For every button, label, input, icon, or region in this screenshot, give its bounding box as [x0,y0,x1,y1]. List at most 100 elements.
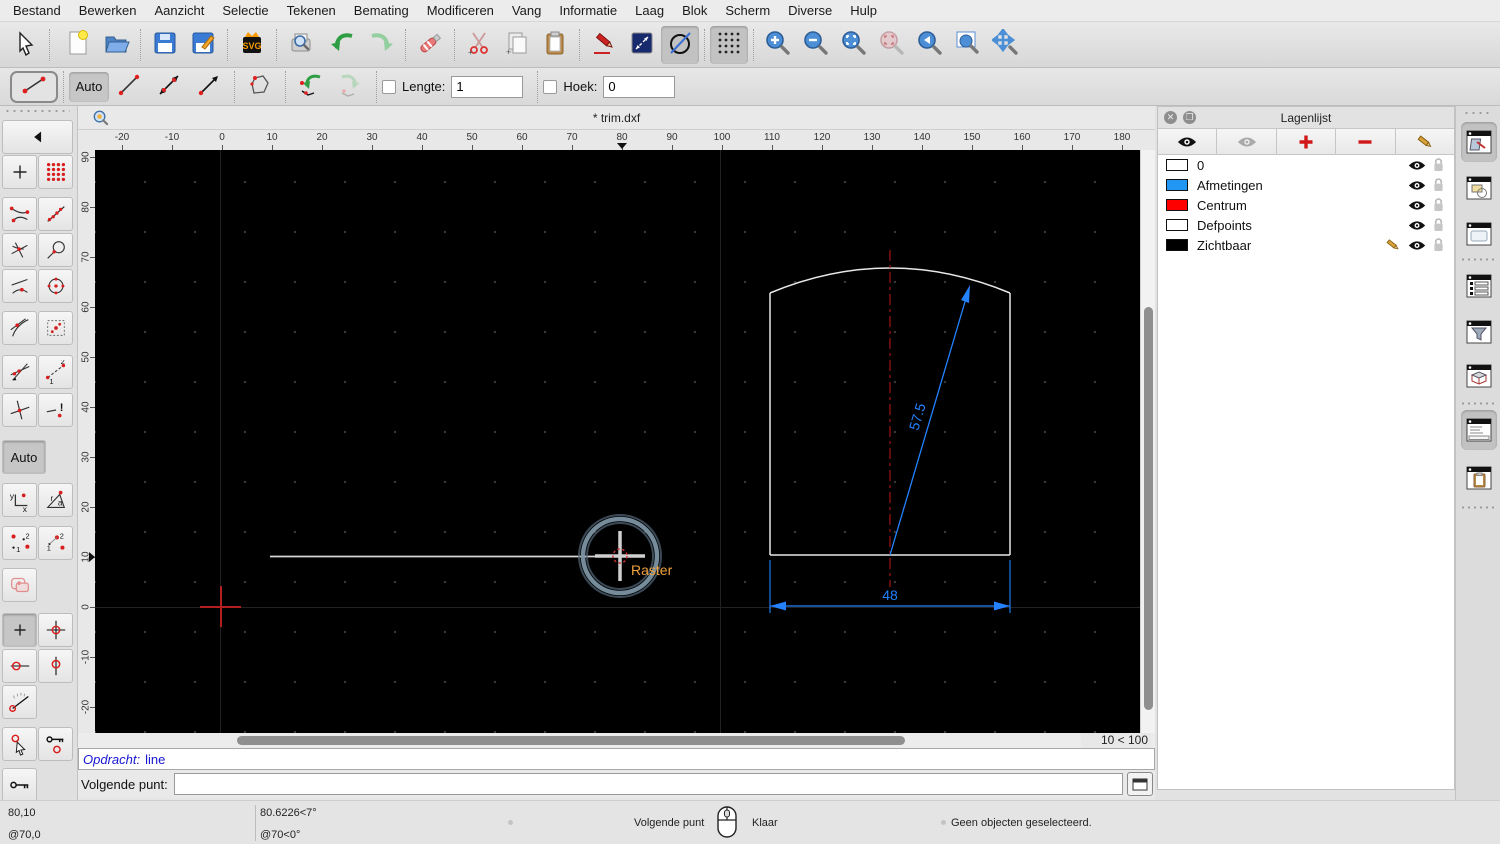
open-file-button[interactable] [97,26,135,64]
line-two-points-button[interactable] [109,71,149,103]
edit-layer-button[interactable] [1395,129,1455,154]
menu-selectie[interactable]: Selectie [213,3,277,18]
command-dock-button[interactable] [1127,772,1153,796]
layer-visible-icon[interactable] [1408,239,1426,252]
menu-aanzicht[interactable]: Aanzicht [146,3,214,18]
snap-nearest-button[interactable] [2,269,37,303]
command-input[interactable] [173,773,1123,795]
snap-restriction-off-button[interactable] [2,568,37,602]
snap-target-button[interactable] [38,613,73,647]
property-list-dock-button[interactable] [1461,266,1497,306]
snap-grid-button[interactable] [38,155,73,189]
save-as-button[interactable] [184,26,222,64]
hoek-checkbox[interactable] [543,79,558,94]
layer-lock-icon[interactable] [1433,198,1444,212]
menu-hulp[interactable]: Hulp [841,3,886,18]
snap-back-button[interactable] [2,120,73,154]
menu-blok[interactable]: Blok [673,3,716,18]
preview-dock-button[interactable] [1461,214,1497,254]
layer-list-dock-button[interactable] [1461,122,1497,162]
snap-center-button[interactable] [38,269,73,303]
layer-visible-icon[interactable] [1408,199,1426,212]
menu-laag[interactable]: Laag [626,3,673,18]
lock-relative-zero-button[interactable] [2,727,37,761]
restrict-vertical-button[interactable] [38,649,73,683]
lengte-input[interactable] [451,75,524,98]
coordinate-xy-button[interactable]: yx [2,483,37,517]
zoom-out-button[interactable] [797,26,835,64]
svg-export-button[interactable]: SVG [233,26,271,64]
drawing-canvas[interactable]: 57.5 48 Raster [95,150,1140,733]
menu-vang[interactable]: Vang [503,3,550,18]
h-scrollbar[interactable] [95,733,1085,748]
coordinate-polar-button[interactable]: ra [38,483,73,517]
relative-point-button[interactable]: 12 [2,526,37,560]
layer-lock-icon[interactable] [1433,238,1444,252]
snap-middle-button[interactable] [38,311,73,345]
remove-layer-button[interactable] [1336,129,1396,154]
menu-bemating[interactable]: Bemating [345,3,418,18]
zoom-previous-button[interactable] [911,26,949,64]
pointer-button[interactable] [6,26,44,64]
layer-lock-icon[interactable] [1433,178,1444,192]
layer-row-centrum[interactable]: Centrum [1158,195,1454,215]
filter-dock-button[interactable] [1461,312,1497,352]
layer-row-afmetingen[interactable]: Afmetingen [1158,175,1454,195]
snap-angle-button[interactable] [2,685,37,719]
layer-visible-icon[interactable] [1408,159,1426,172]
command-widget-dock-button[interactable] [1461,410,1497,450]
v-scrollbar[interactable] [1140,150,1155,733]
snap-endpoint-button[interactable] [2,197,37,231]
layer-lock-icon[interactable] [1433,158,1444,172]
snap-entity-circle-button[interactable] [38,233,73,267]
polyline-button[interactable] [240,71,280,103]
show-all-layers-button[interactable] [1158,129,1218,154]
snap-intersection-manual-button[interactable] [2,355,37,389]
circle-line-button[interactable] [661,25,699,64]
menu-modificeren[interactable]: Modificeren [418,3,503,18]
zoom-window-button[interactable] [949,26,987,64]
undo-segment-button[interactable] [291,71,331,103]
line-ray-button[interactable] [189,71,229,103]
snap-free-button[interactable] [2,155,37,189]
pan-button[interactable] [987,26,1025,64]
layer-row-0[interactable]: 0 [1158,155,1454,175]
line-both-directions-button[interactable] [149,71,189,103]
redo-button[interactable] [362,26,400,64]
zoom-selection-button[interactable] [873,26,911,64]
zoom-in-button[interactable] [759,26,797,64]
toolbar-handle[interactable] [4,109,70,113]
line-tool-button[interactable] [10,70,58,103]
restrict-orthogonal-button[interactable] [2,393,37,427]
grid-toggle-button[interactable] [710,25,748,64]
layer-lock-icon[interactable] [1433,218,1444,232]
block-list-dock-button[interactable] [1461,168,1497,208]
set-relative-zero-button[interactable] [38,727,73,761]
layer-visible-icon[interactable] [1408,179,1426,192]
print-preview-button[interactable] [282,26,320,64]
v-scrollbar-thumb[interactable] [1143,307,1153,710]
menu-scherm[interactable]: Scherm [716,3,779,18]
snap-distance-button[interactable]: 12 [38,355,73,389]
add-layer-button[interactable] [1276,129,1337,154]
zoom-auto-button[interactable] [835,26,873,64]
menu-tekenen[interactable]: Tekenen [278,3,345,18]
menu-bestand[interactable]: Bestand [4,3,70,18]
menu-diverse[interactable]: Diverse [779,3,841,18]
line-auto-button[interactable]: Auto [69,71,109,102]
hoek-input[interactable] [603,75,676,98]
restrict-nothing-button[interactable]: ! [38,393,73,427]
layer-visible-icon[interactable] [1408,219,1426,232]
snap-tangent-button[interactable] [2,311,37,345]
absolute-point-button[interactable]: 12 [38,526,73,560]
snap-on-entity-button[interactable] [38,197,73,231]
hide-all-layers-button[interactable] [1217,129,1277,154]
save-button[interactable] [146,26,184,64]
lengte-checkbox[interactable] [382,79,396,94]
copy-button[interactable]: + [498,26,536,64]
delete-button[interactable] [411,26,449,64]
undo-button[interactable] [324,26,362,64]
key-button[interactable] [2,768,37,802]
layer-row-defpoints[interactable]: Defpoints [1158,215,1454,235]
layer-row-zichtbaar[interactable]: Zichtbaar [1158,235,1454,255]
